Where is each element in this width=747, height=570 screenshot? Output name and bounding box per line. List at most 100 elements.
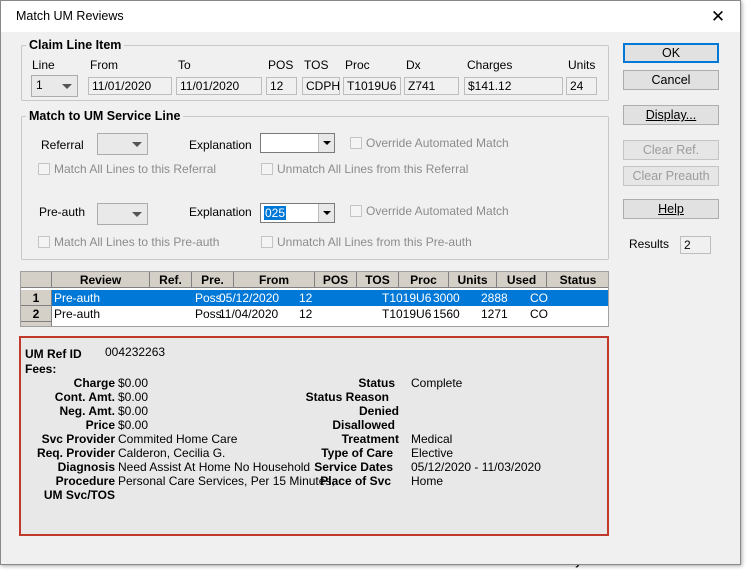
preauth-override-label: Override Automated Match [366,204,509,218]
from-field: 11/01/2020 [88,77,172,95]
close-icon[interactable]: ✕ [696,1,740,32]
line-header: Line [32,58,55,72]
svc-provider-label: Svc Provider [41,432,115,446]
match-all-preauth-checkbox[interactable]: Match All Lines to this Pre-auth [38,235,219,249]
selected-row-highlight [52,290,608,306]
service-dates-value: 05/12/2020 - 11/03/2020 [411,460,541,474]
units-field: 24 [566,77,597,95]
column-header-used[interactable]: Used [497,272,547,288]
dx-field: Z741 [404,77,459,95]
referral-select[interactable] [97,133,148,155]
unmatch-all-referral-checkbox[interactable]: Unmatch All Lines from this Referral [261,162,468,176]
column-header-status[interactable]: Status [547,272,608,288]
type-of-care-label: Type of Care [321,446,393,460]
table-row[interactable]: 1 Pre-auth Poss. 05/12/2020 12 T1019U6 3… [21,290,608,306]
charges-field: $141.12 [464,77,563,95]
preauth-override-checkbox[interactable]: Override Automated Match [350,204,509,218]
cell-from: 05/12/2020 [219,291,280,305]
checkbox-box [38,236,50,248]
preauth-label: Pre-auth [39,205,86,219]
column-header-proc[interactable]: Proc [399,272,449,288]
chevron-down-icon [62,84,72,89]
diagnosis-label: Diagnosis [57,460,115,474]
svc-provider-value: Commited Home Care [118,432,238,446]
cell-review: Pre-auth [54,291,101,305]
status-label: Status [358,376,395,390]
proc-field: T1019U6 [343,77,401,95]
unmatch-all-preauth-label: Unmatch All Lines from this Pre-auth [277,235,472,249]
preauth-explanation-label: Explanation [189,205,252,219]
line-select[interactable]: 1 [31,75,78,97]
um-ref-id-label: UM Ref ID [25,347,82,361]
match-all-referral-checkbox[interactable]: Match All Lines to this Referral [38,162,216,176]
cancel-button[interactable]: Cancel [623,70,719,90]
um-ref-id-value: 004232263 [105,345,166,359]
cell-proc: T1019U6 [382,291,432,305]
column-header-units[interactable]: Units [449,272,497,288]
unmatch-all-referral-label: Unmatch All Lines from this Referral [277,162,469,176]
charge-label: Charge [73,376,115,390]
chevron-down-icon [132,142,142,147]
match-um-reviews-dialog: Match UM Reviews ✕ Claim Line Item Line … [0,0,741,565]
procedure-label: Procedure [55,474,115,488]
referral-override-checkbox[interactable]: Override Automated Match [350,136,509,150]
checkbox-box [261,236,273,248]
grid-header: Review Ref. Pre. From POS TOS Proc Units… [21,272,608,288]
column-header-pre[interactable]: Pre. [192,272,234,288]
charges-header: Charges [467,58,513,72]
table-row[interactable]: 2 Pre-auth Poss. 11/04/2020 12 T1019U6 1… [21,306,608,322]
um-review-detail-panel: UM Ref ID 004232263 Fees: Charge $0.00 C… [19,336,609,536]
display-button[interactable]: Display... [623,105,719,125]
req-provider-value: Calderon, Cecilia G. [118,446,226,460]
cell-used: 1271 [481,307,508,321]
cell-units: 1560 [433,307,460,321]
dx-header: Dx [406,58,421,72]
claim-line-item-title: Claim Line Item [26,38,125,52]
preauth-explanation-value: 025 [264,206,287,220]
status-reason-label: Status Reason [305,390,389,404]
fees-label: Fees: [25,362,57,376]
status-value: Complete [411,376,463,390]
help-button[interactable]: Help [623,199,719,219]
preauth-explanation-select[interactable]: 025 [260,203,335,223]
row-number: 1 [21,290,52,306]
row-number-stub [21,322,52,326]
cell-review: Pre-auth [54,307,101,321]
from-header: From [90,58,118,72]
row-number: 2 [21,306,52,322]
checkbox-box [350,137,362,149]
column-header-ref[interactable]: Ref. [150,272,192,288]
checkbox-box [38,163,50,175]
preauth-select[interactable] [97,203,148,225]
match-all-preauth-label: Match All Lines to this Pre-auth [54,235,220,249]
cell-status: CO [530,291,548,305]
column-header-review[interactable]: Review [52,272,150,288]
chevron-down-icon [132,212,142,217]
match-all-referral-label: Match All Lines to this Referral [54,162,217,176]
cont-amt-label: Cont. Amt. [54,390,115,404]
unmatch-all-preauth-checkbox[interactable]: Unmatch All Lines from this Pre-auth [261,235,472,249]
service-dates-label: Service Dates [314,460,393,474]
column-header-pos[interactable]: POS [315,272,357,288]
referral-label: Referral [41,138,84,152]
referral-explanation-select[interactable] [260,133,335,153]
column-header-from[interactable]: From [234,272,315,288]
cell-proc: T1019U6 [382,307,432,321]
clear-preauth-button[interactable]: Clear Preauth [623,166,719,186]
neg-amt-label: Neg. Amt. [59,404,115,418]
req-provider-label: Req. Provider [36,446,115,460]
pos-field: 12 [266,77,297,95]
chevron-down-icon [318,134,334,152]
cell-status: CO [530,307,548,321]
clear-ref-button[interactable]: Clear Ref. [623,140,719,160]
procedure-value: Personal Care Services, Per 15 Minutes, [118,474,335,488]
referral-explanation-label: Explanation [189,138,252,152]
proc-header: Proc [345,58,370,72]
place-of-svc-value: Home [411,474,444,488]
results-field: 2 [680,236,711,254]
column-header-tos[interactable]: TOS [357,272,399,288]
to-field: 11/01/2020 [176,77,262,95]
ok-button[interactable]: OK [623,43,719,63]
cell-pos: 12 [299,307,313,321]
denied-label: Denied [358,404,399,418]
